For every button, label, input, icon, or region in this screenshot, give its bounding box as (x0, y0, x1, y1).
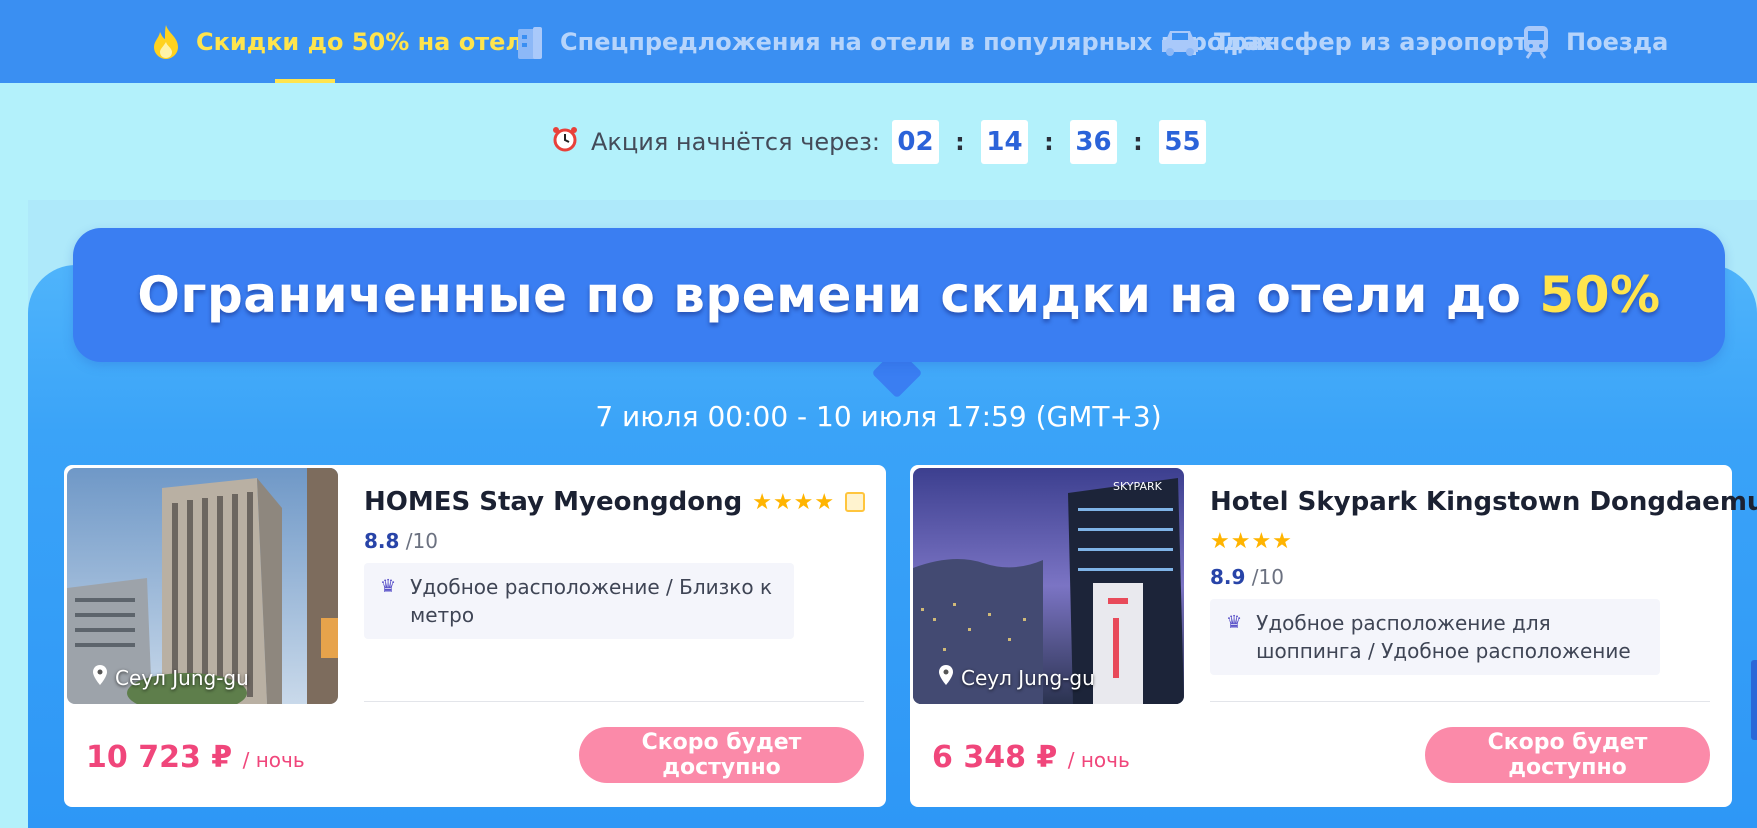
nav-tab-label: Трансфер из аэропорта (1214, 27, 1544, 56)
train-icon (1520, 24, 1552, 60)
hotel-location-text: Сеул Jung-gu (115, 665, 249, 690)
top-nav: Скидки до 50% на отели Спецпредложения н… (0, 0, 1757, 83)
hotel-feature: ♛ Удобное расположение для шоппинга / Уд… (1210, 599, 1660, 675)
fire-icon (150, 24, 182, 60)
nav-tab-label: Скидки до 50% на отели (196, 27, 540, 56)
active-tab-indicator (275, 79, 335, 83)
review-score: 8.8 /10 (364, 529, 438, 553)
countdown-separator: : (1044, 128, 1054, 156)
banner-title-main: Ограниченные по времени скидки на отели … (137, 266, 1540, 324)
banner-title: Ограниченные по времени скидки на отели … (137, 266, 1660, 324)
hotel-feature-text: Удобное расположение / Близко к метро (410, 575, 773, 627)
price-unit: / ночь (242, 748, 305, 772)
crown-icon: ♛ (1226, 612, 1243, 633)
promo-period: 7 июля 00:00 - 10 июля 17:59 (GMT+3) (595, 400, 1162, 433)
hotel-price: 6 348 ₽ / ночь (932, 740, 1130, 775)
price-value: 10 723 ₽ (86, 740, 233, 775)
star-rating: ★★★★ (1210, 529, 1293, 554)
hotel-photo[interactable]: SKYPARK Сеул Jung-gu (913, 468, 1184, 704)
hotel-location: Сеул Jung-gu (939, 665, 1095, 690)
countdown-label: Акция начнётся через: (591, 128, 880, 156)
hotel-feature: ♛ Удобное расположение / Близко к метро (364, 563, 794, 639)
hotel-photo[interactable]: Сеул Jung-gu (67, 468, 338, 704)
hotel-badge-icon (845, 492, 866, 512)
map-pin-icon (939, 665, 953, 690)
countdown-minutes: 36 (1069, 120, 1117, 164)
review-score-value: 8.8 (364, 529, 400, 553)
nav-tab-trains[interactable]: Поезда (1520, 0, 1668, 83)
hotel-card[interactable]: SKYPARK Сеул Jung-gu Hotel Skypark Kings… (910, 465, 1757, 807)
alarm-clock-icon (551, 125, 579, 159)
hotel-name-text: HOMES Stay Myeongdong (364, 487, 743, 517)
banner-title-highlight: 50% (1539, 266, 1661, 324)
card-divider (364, 701, 864, 702)
hotel-feature-text: Удобное расположение для шоппинга / Удоб… (1256, 611, 1631, 663)
countdown-bar: Акция начнётся через: 02 : 14 : 36 : 55 (0, 120, 1757, 164)
crown-icon: ♛ (380, 576, 397, 597)
coming-soon-button[interactable]: Скоро будет доступно (1425, 727, 1710, 783)
review-score-max: /10 (405, 529, 438, 553)
countdown-hours: 14 (980, 120, 1028, 164)
nav-tab-airport-transfer[interactable]: Трансфер из аэропорта (1160, 0, 1544, 83)
hotel-name-text: Hotel Skypark Kingstown Dongdaemun (1210, 487, 1757, 517)
countdown-days: 02 (891, 120, 939, 164)
scroll-handle[interactable] (1751, 660, 1757, 740)
countdown-separator: : (955, 128, 965, 156)
hotel-name[interactable]: HOMES Stay Myeongdong ★★★★ (364, 487, 866, 517)
hotel-price: 10 723 ₽ / ночь (86, 740, 305, 775)
star-rating: ★★★★ (752, 489, 836, 515)
promo-banner: Ограниченные по времени скидки на отели … (73, 228, 1725, 362)
car-icon (1160, 24, 1200, 60)
review-score-value: 8.9 (1210, 565, 1246, 589)
building-icon (514, 24, 546, 60)
hotel-location: Сеул Jung-gu (93, 665, 249, 690)
price-value: 6 348 ₽ (932, 740, 1058, 775)
hotel-card[interactable]: Сеул Jung-gu HOMES Stay Myeongdong ★★★★ … (64, 465, 886, 807)
review-score-max: /10 (1251, 565, 1284, 589)
hotel-name[interactable]: Hotel Skypark Kingstown Dongdaemun (1210, 487, 1757, 517)
card-divider (1210, 701, 1710, 702)
countdown-seconds: 55 (1158, 120, 1206, 164)
coming-soon-button[interactable]: Скоро будет доступно (579, 727, 864, 783)
nav-tab-label: Поезда (1566, 27, 1669, 56)
nav-tab-hotel-discounts[interactable]: Скидки до 50% на отели (150, 0, 540, 83)
price-unit: / ночь (1067, 748, 1130, 772)
map-pin-icon (93, 665, 107, 690)
svg-text:SKYPARK: SKYPARK (1113, 480, 1163, 493)
hotel-location-text: Сеул Jung-gu (961, 665, 1095, 690)
review-score: 8.9 /10 (1210, 565, 1284, 589)
countdown-separator: : (1133, 128, 1143, 156)
